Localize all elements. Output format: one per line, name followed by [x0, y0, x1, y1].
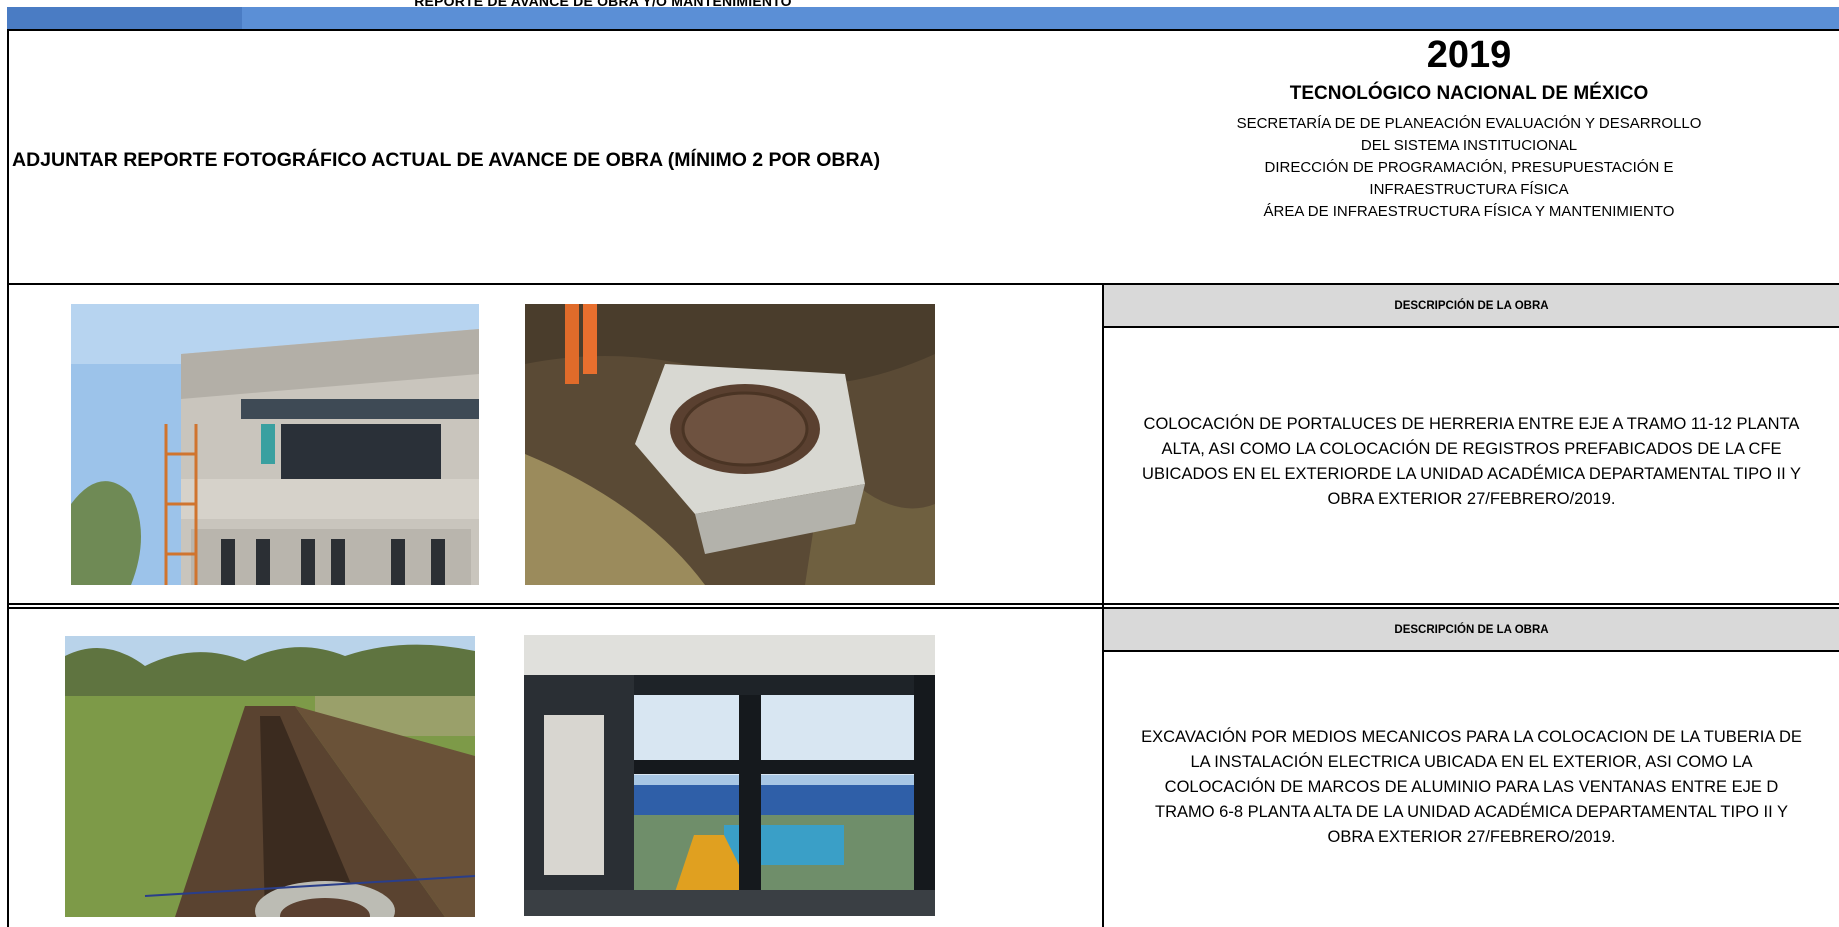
- photo-cfe-registry: [525, 304, 935, 585]
- description-header-border: [1104, 650, 1839, 652]
- description-line: TRAMO 6-8 PLANTA ALTA DE LA UNIDAD ACADÉ…: [1155, 803, 1788, 821]
- description-header: DESCRIPCIÓN DE LA OBRA: [1104, 609, 1839, 651]
- description-line: EXCAVACIÓN POR MEDIOS MECANICOS PARA LA …: [1141, 728, 1802, 746]
- photo-instruction: ADJUNTAR REPORTE FOTOGRÁFICO ACTUAL DE A…: [12, 149, 881, 171]
- department-line: DIRECCIÓN DE PROGRAMACIÓN, PRESUPUESTACI…: [1264, 158, 1674, 176]
- description-header: DESCRIPCIÓN DE LA OBRA: [1104, 285, 1839, 327]
- description-line: UBICADOS EN EL EXTERIORDE LA UNIDAD ACAD…: [1142, 465, 1801, 483]
- department-list: SECRETARÍA DE DE PLANEACIÓN EVALUACIÓN Y…: [1099, 113, 1839, 223]
- description-line: COLOCACIÓN DE MARCOS DE ALUMINIO PARA LA…: [1164, 778, 1779, 796]
- description-text: COLOCACIÓN DE PORTALUCES DE HERRERIA ENT…: [1104, 412, 1839, 512]
- department-line: DEL SISTEMA INSTITUCIONAL: [1360, 136, 1578, 154]
- photo-trench-excavation: [65, 636, 475, 917]
- description-line: OBRA EXTERIOR 27/FEBRERO/2019.: [1327, 490, 1616, 508]
- department-line: INFRAESTRUCTURA FÍSICA: [1369, 180, 1569, 198]
- border-row1-bottom: [7, 603, 1839, 605]
- description-line: COLOCACIÓN DE PORTALUCES DE HERRERIA ENT…: [1143, 415, 1800, 433]
- photo-building-facade: [71, 304, 479, 585]
- top-banner: REPORTE DE AVANCE DE OBRA Y/O MANTENIMIE…: [7, 0, 1839, 29]
- description-line: OBRA EXTERIOR 27/FEBRERO/2019.: [1327, 828, 1616, 846]
- border-left: [7, 29, 9, 927]
- photo-aluminum-window: [524, 635, 935, 916]
- department-line: ÁREA DE INFRAESTRUCTURA FÍSICA Y MANTENI…: [1263, 202, 1675, 220]
- description-line: LA INSTALACIÓN ELECTRICA UBICADA EN EL E…: [1190, 753, 1753, 771]
- description-line: ALTA, ASI COMO LA COLOCACIÓN DE REGISTRO…: [1161, 440, 1782, 458]
- institution-name: TECNOLÓGICO NACIONAL DE MÉXICO: [1289, 82, 1649, 104]
- institution-header: 2019 TECNOLÓGICO NACIONAL DE MÉXICO SECR…: [1099, 29, 1839, 223]
- report-grid: ADJUNTAR REPORTE FOTOGRÁFICO ACTUAL DE A…: [7, 29, 1839, 927]
- description-header-border: [1104, 326, 1839, 328]
- description-text: EXCAVACIÓN POR MEDIOS MECANICOS PARA LA …: [1104, 725, 1839, 850]
- top-banner-accent: [7, 7, 242, 29]
- department-line: SECRETARÍA DE DE PLANEACIÓN EVALUACIÓN Y…: [1236, 114, 1702, 132]
- report-title: REPORTE DE AVANCE DE OBRA Y/O MANTENIMIE…: [414, 0, 792, 9]
- report-year: 2019: [1426, 34, 1512, 76]
